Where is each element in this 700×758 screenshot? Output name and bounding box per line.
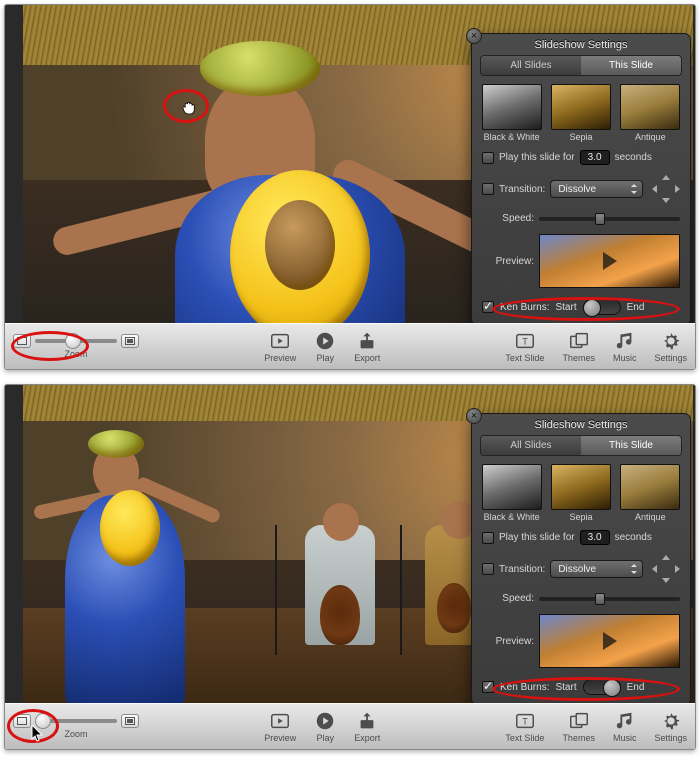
slide-canvas[interactable]: × Slideshow Settings All Slides This Sli… (5, 5, 695, 323)
effect-sepia[interactable]: Sepia (549, 464, 612, 522)
effect-black-white[interactable]: Black & White (480, 464, 543, 522)
preview-thumbnail[interactable] (539, 614, 680, 668)
close-button[interactable]: × (466, 408, 482, 424)
preview-icon (269, 330, 291, 352)
transition-select[interactable]: Dissolve (550, 180, 643, 198)
play-icon (314, 330, 336, 352)
toolbar: Zoom Preview Play Export TText Slide The… (5, 703, 695, 749)
full-icon (125, 717, 135, 725)
fit-icon (17, 717, 27, 725)
popover-tabs: All Slides This Slide (480, 435, 682, 456)
speed-slider[interactable] (539, 217, 680, 221)
preview-button[interactable]: Preview (264, 330, 296, 363)
zoom-full-button[interactable] (121, 334, 139, 348)
transition-checkbox[interactable] (482, 563, 494, 575)
svg-text:T: T (522, 717, 528, 727)
popover-tabs: All Slides This Slide (480, 55, 682, 76)
effect-black-white[interactable]: Black & White (480, 84, 543, 142)
themes-icon (568, 330, 590, 352)
full-icon (125, 337, 135, 345)
preview-button[interactable]: Preview (264, 710, 296, 743)
tab-all-slides[interactable]: All Slides (481, 436, 581, 455)
text-slide-icon: T (514, 330, 536, 352)
export-button[interactable]: Export (354, 710, 380, 743)
themes-button[interactable]: Themes (562, 330, 595, 363)
music-button[interactable]: Music (613, 710, 637, 743)
play-duration-field[interactable] (580, 530, 610, 545)
zoom-slider[interactable] (35, 719, 117, 723)
app-window-top: × Slideshow Settings All Slides This Sli… (4, 4, 696, 370)
export-button[interactable]: Export (354, 330, 380, 363)
svg-text:T: T (522, 337, 528, 347)
play-duration-label: Play this slide for (499, 532, 575, 543)
app-window-bottom: × Slideshow Settings All Slides This Sli… (4, 384, 696, 750)
zoom-control: Zoom (13, 334, 139, 359)
tab-this-slide[interactable]: This Slide (581, 56, 681, 75)
ken-burns-checkbox[interactable] (482, 681, 494, 693)
text-slide-button[interactable]: TText Slide (505, 330, 544, 363)
preview-thumbnail[interactable] (539, 234, 680, 288)
text-slide-button[interactable]: TText Slide (505, 710, 544, 743)
toolbar: Zoom Preview Play Export TText Slide The… (5, 323, 695, 369)
play-duration-checkbox[interactable] (482, 152, 494, 164)
play-duration-field[interactable] (580, 150, 610, 165)
transition-direction-pad[interactable] (652, 175, 680, 203)
export-icon (356, 710, 378, 732)
text-slide-icon: T (514, 710, 536, 732)
zoom-slider[interactable] (35, 339, 117, 343)
settings-button[interactable]: Settings (654, 710, 687, 743)
ken-burns-checkbox[interactable] (482, 301, 494, 313)
themes-button[interactable]: Themes (562, 710, 595, 743)
zoom-fit-button[interactable] (13, 334, 31, 348)
play-button[interactable]: Play (314, 710, 336, 743)
export-icon (356, 330, 378, 352)
ken-burns-toggle[interactable] (583, 679, 621, 695)
music-icon (614, 330, 636, 352)
effect-antique[interactable]: Antique (619, 464, 682, 522)
gear-icon (660, 330, 682, 352)
play-icon (314, 710, 336, 732)
transition-select[interactable]: Dissolve (550, 560, 643, 578)
zoom-fit-button[interactable] (13, 714, 31, 728)
popover-title: Slideshow Settings (472, 414, 690, 435)
themes-icon (568, 710, 590, 732)
slide-canvas[interactable]: × Slideshow Settings All Slides This Sli… (5, 385, 695, 703)
speed-slider[interactable] (539, 597, 680, 601)
slideshow-settings-popover: × Slideshow Settings All Slides This Sli… (471, 33, 691, 323)
effect-sepia[interactable]: Sepia (549, 84, 612, 142)
gear-icon (660, 710, 682, 732)
transition-direction-pad[interactable] (652, 555, 680, 583)
popover-title: Slideshow Settings (472, 34, 690, 55)
effect-antique[interactable]: Antique (619, 84, 682, 142)
settings-button[interactable]: Settings (654, 330, 687, 363)
slideshow-settings-popover: × Slideshow Settings All Slides This Sli… (471, 413, 691, 703)
play-duration-checkbox[interactable] (482, 532, 494, 544)
fit-icon (17, 337, 27, 345)
zoom-thumb[interactable] (65, 333, 81, 349)
arrow-cursor-icon (31, 725, 45, 743)
tab-all-slides[interactable]: All Slides (481, 56, 581, 75)
tab-this-slide[interactable]: This Slide (581, 436, 681, 455)
play-duration-label: Play this slide for (499, 152, 575, 163)
zoom-full-button[interactable] (121, 714, 139, 728)
music-icon (614, 710, 636, 732)
ken-burns-toggle[interactable] (583, 299, 621, 315)
music-button[interactable]: Music (613, 330, 637, 363)
transition-checkbox[interactable] (482, 183, 494, 195)
preview-icon (269, 710, 291, 732)
grab-cursor-icon (180, 99, 198, 117)
play-button[interactable]: Play (314, 330, 336, 363)
close-button[interactable]: × (466, 28, 482, 44)
